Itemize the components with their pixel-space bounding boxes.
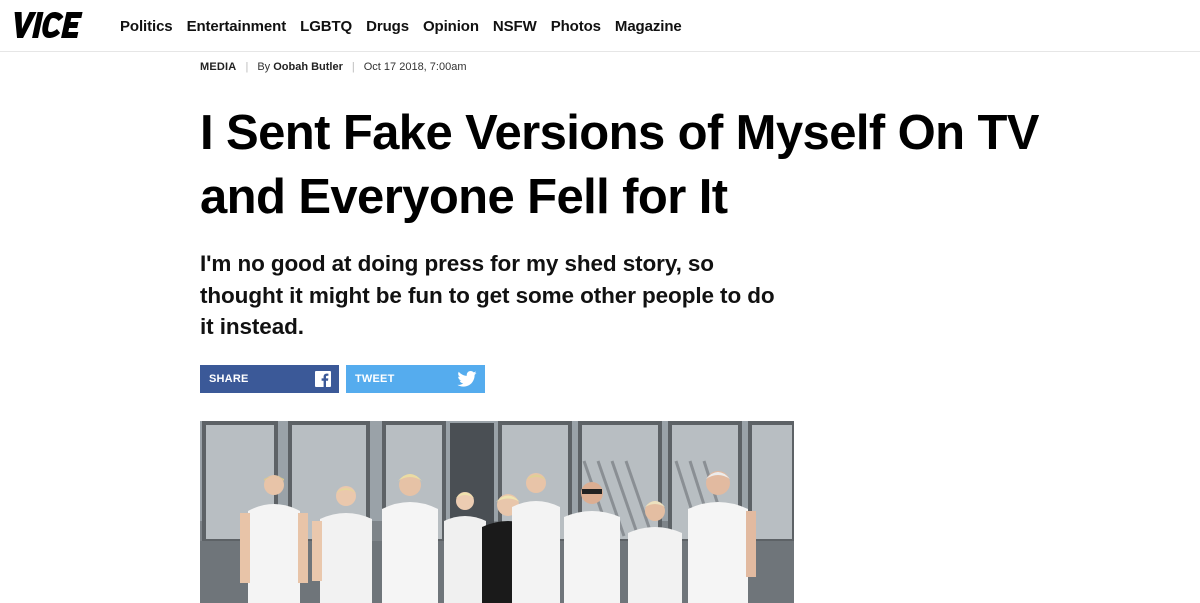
nav-magazine[interactable]: Magazine <box>615 18 682 35</box>
article-meta: MEDIA | By Oobah Butler | Oct 17 2018, 7… <box>200 60 466 74</box>
primary-nav: Politics Entertainment LGBTQ Drugs Opini… <box>120 0 682 52</box>
share-buttons: SHARE TWEET <box>200 365 485 393</box>
facebook-share-label: SHARE <box>209 373 249 385</box>
nav-drugs[interactable]: Drugs <box>366 18 409 35</box>
hero-photo[interactable] <box>200 421 794 603</box>
facebook-share-button[interactable]: SHARE <box>200 365 339 393</box>
nav-lgbtq[interactable]: LGBTQ <box>300 18 352 35</box>
nav-politics[interactable]: Politics <box>120 18 173 35</box>
twitter-share-label: TWEET <box>355 373 395 385</box>
twitter-share-button[interactable]: TWEET <box>346 365 485 393</box>
nav-photos[interactable]: Photos <box>551 18 601 35</box>
nav-entertainment[interactable]: Entertainment <box>187 18 287 35</box>
facebook-icon <box>315 371 331 387</box>
article-dek: I'm no good at doing press for my shed s… <box>200 251 775 339</box>
vice-logo[interactable] <box>9 10 91 40</box>
nav-opinion[interactable]: Opinion <box>423 18 479 35</box>
publish-date: Oct 17 2018, 7:00am <box>363 61 467 73</box>
author-name[interactable]: Oobah Butler <box>273 61 343 73</box>
article-headline: I Sent Fake Versions of Myself On TV and… <box>200 106 1039 224</box>
top-navigation-bar: Politics Entertainment LGBTQ Drugs Opini… <box>0 0 1200 52</box>
twitter-icon <box>457 371 477 387</box>
byline-prefix: By <box>257 61 271 73</box>
nav-nsfw[interactable]: NSFW <box>493 18 537 35</box>
meta-divider: | <box>245 61 249 73</box>
hero-photo-illustration <box>200 421 794 603</box>
byline: By Oobah Butler <box>257 61 343 73</box>
meta-divider: | <box>351 61 355 73</box>
section-label[interactable]: MEDIA <box>200 61 236 73</box>
